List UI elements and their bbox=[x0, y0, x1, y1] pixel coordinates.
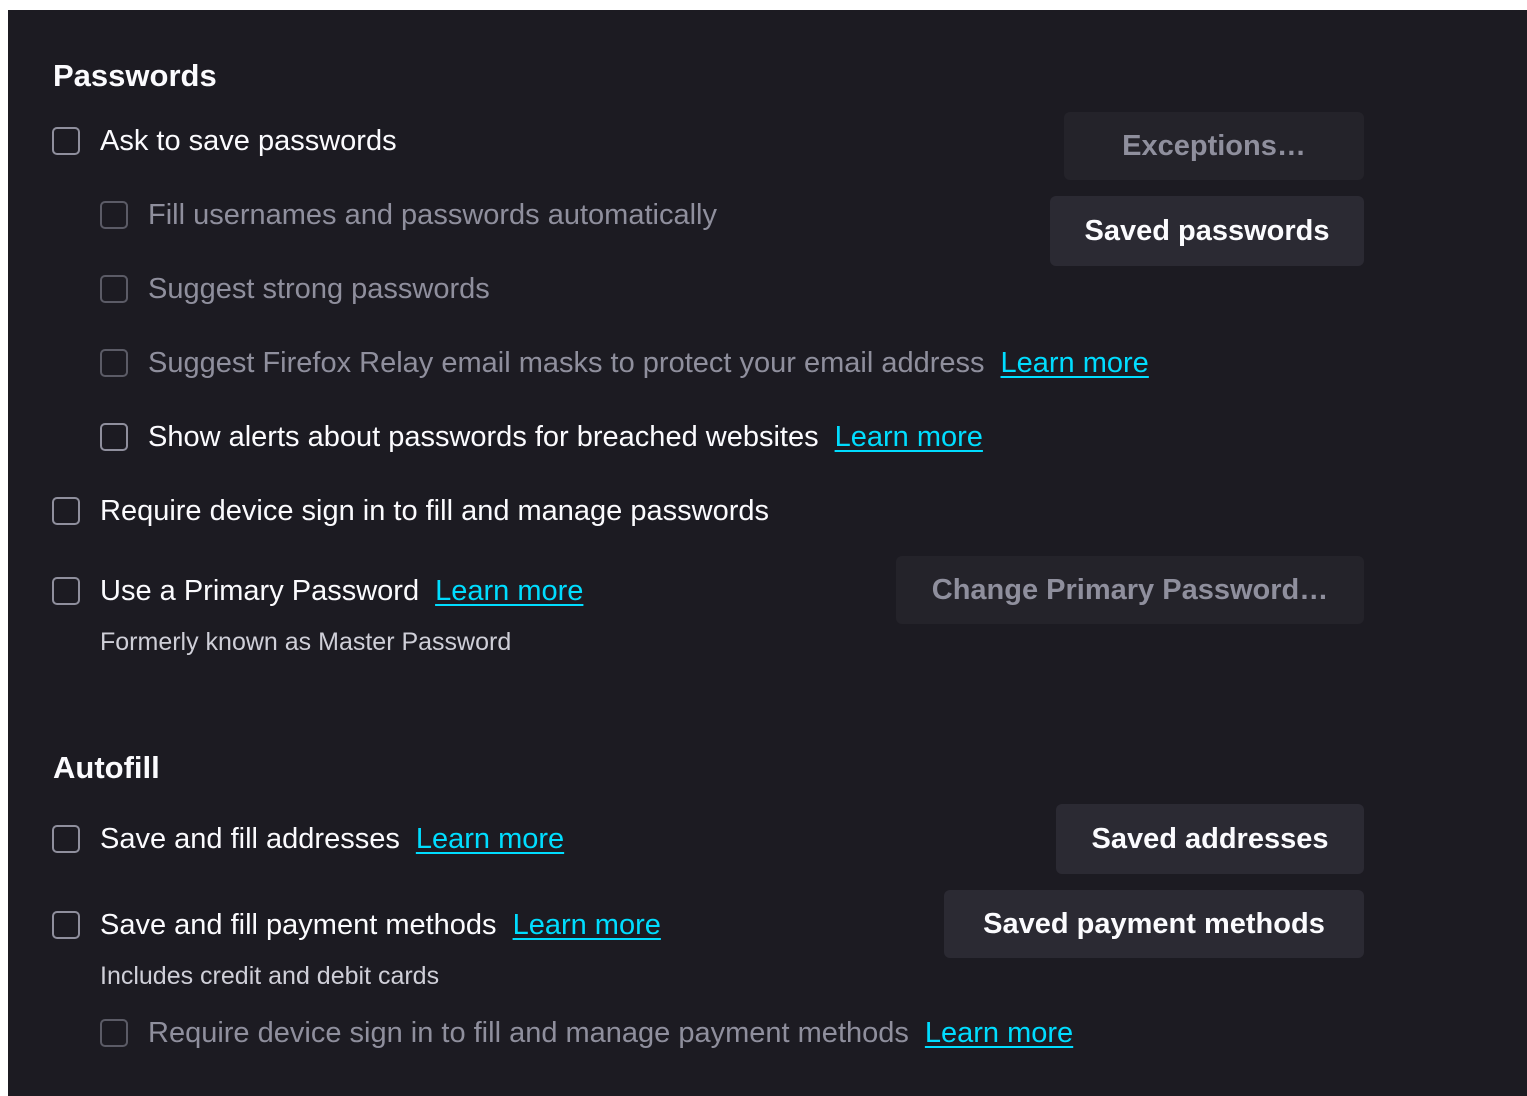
saved-payment-methods-button[interactable]: Saved payment methods bbox=[944, 890, 1364, 958]
fill-automatically-label: Fill usernames and passwords automatical… bbox=[148, 199, 717, 231]
device-sign-in-passwords-label: Require device sign in to fill and manag… bbox=[100, 495, 769, 527]
payments-note: Includes credit and debit cards bbox=[100, 962, 440, 990]
primary-password-learn-more-link[interactable]: Learn more bbox=[435, 573, 583, 609]
save-fill-payments-label: Save and fill payment methods bbox=[100, 909, 497, 941]
primary-password-option[interactable]: Use a Primary Password Learn more bbox=[52, 573, 583, 609]
save-fill-addresses-checkbox[interactable] bbox=[52, 825, 80, 853]
breach-alerts-learn-more-link[interactable]: Learn more bbox=[835, 419, 983, 455]
fill-automatically-checkbox[interactable] bbox=[100, 201, 128, 229]
saved-addresses-button[interactable]: Saved addresses bbox=[1056, 804, 1364, 874]
ask-to-save-passwords-label: Ask to save passwords bbox=[100, 125, 397, 157]
device-sign-in-payments-label: Require device sign in to fill and manag… bbox=[148, 1017, 909, 1049]
payments-sign-in-learn-more-link[interactable]: Learn more bbox=[925, 1015, 1073, 1051]
passwords-heading: Passwords bbox=[53, 58, 217, 93]
firefox-relay-option[interactable]: Suggest Firefox Relay email masks to pro… bbox=[100, 345, 1149, 381]
save-fill-payments-option[interactable]: Save and fill payment methods Learn more bbox=[52, 907, 661, 943]
suggest-strong-passwords-label: Suggest strong passwords bbox=[148, 273, 490, 305]
firefox-relay-label: Suggest Firefox Relay email masks to pro… bbox=[148, 347, 985, 379]
ask-to-save-passwords-option[interactable]: Ask to save passwords bbox=[52, 123, 397, 159]
save-fill-addresses-option[interactable]: Save and fill addresses Learn more bbox=[52, 821, 564, 857]
addresses-learn-more-link[interactable]: Learn more bbox=[416, 821, 564, 857]
device-sign-in-payments-option[interactable]: Require device sign in to fill and manag… bbox=[100, 1015, 1073, 1051]
breach-alerts-option[interactable]: Show alerts about passwords for breached… bbox=[100, 419, 983, 455]
device-sign-in-payments-checkbox[interactable] bbox=[100, 1019, 128, 1047]
autofill-heading: Autofill bbox=[53, 750, 160, 785]
breach-alerts-label: Show alerts about passwords for breached… bbox=[148, 421, 819, 453]
save-fill-addresses-label: Save and fill addresses bbox=[100, 823, 400, 855]
primary-password-note: Formerly known as Master Password bbox=[100, 628, 512, 656]
suggest-strong-passwords-option[interactable]: Suggest strong passwords bbox=[100, 271, 490, 307]
settings-panel: Passwords Ask to save passwords Exceptio… bbox=[8, 10, 1527, 1096]
firefox-relay-checkbox[interactable] bbox=[100, 349, 128, 377]
payments-learn-more-link[interactable]: Learn more bbox=[513, 907, 661, 943]
exceptions-button[interactable]: Exceptions… bbox=[1064, 112, 1364, 180]
ask-to-save-passwords-checkbox[interactable] bbox=[52, 127, 80, 155]
breach-alerts-checkbox[interactable] bbox=[100, 423, 128, 451]
primary-password-label: Use a Primary Password bbox=[100, 575, 420, 607]
primary-password-checkbox[interactable] bbox=[52, 577, 80, 605]
suggest-strong-passwords-checkbox[interactable] bbox=[100, 275, 128, 303]
fill-automatically-option[interactable]: Fill usernames and passwords automatical… bbox=[100, 197, 717, 233]
firefox-relay-learn-more-link[interactable]: Learn more bbox=[1001, 345, 1149, 381]
saved-passwords-button[interactable]: Saved passwords bbox=[1050, 196, 1364, 266]
change-primary-password-button[interactable]: Change Primary Password… bbox=[896, 556, 1364, 624]
save-fill-payments-checkbox[interactable] bbox=[52, 911, 80, 939]
device-sign-in-passwords-checkbox[interactable] bbox=[52, 497, 80, 525]
device-sign-in-passwords-option[interactable]: Require device sign in to fill and manag… bbox=[52, 493, 769, 529]
